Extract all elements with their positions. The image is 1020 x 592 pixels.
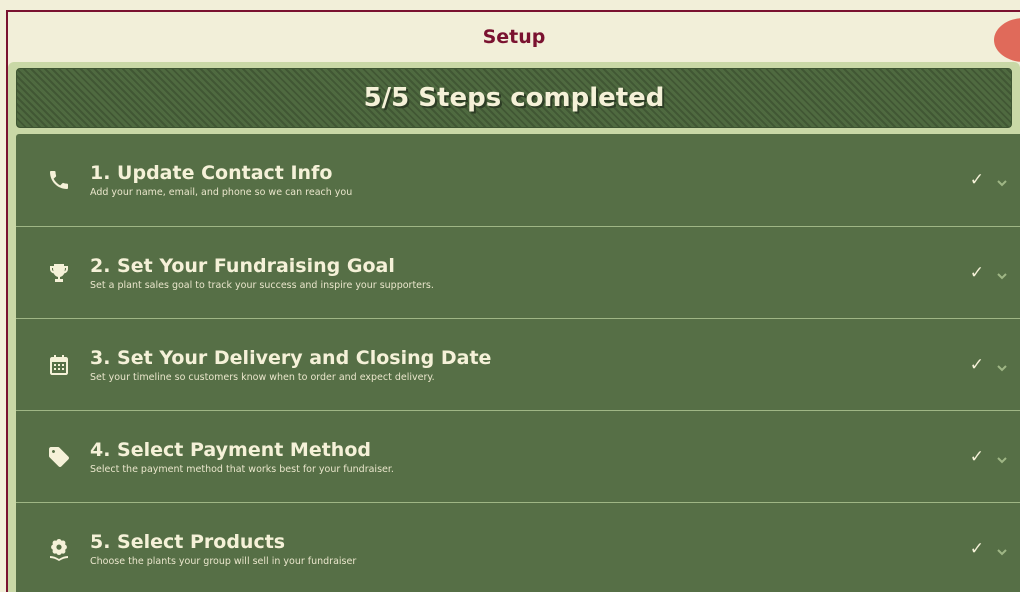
check-icon: ✓ [969,170,984,190]
step-title: 4. Select Payment Method [90,438,371,461]
step-description: Select the payment method that works bes… [90,463,394,475]
header: Setup 1 [8,12,1020,62]
tag-icon [46,444,72,470]
setup-panel: Setup 1 5/5 Steps completed 1. Update Co… [6,10,1020,592]
steps-list: 1. Update Contact Info Add your name, em… [8,134,1020,592]
check-icon: ✓ [969,446,984,467]
progress-section: 5/5 Steps completed [8,62,1020,134]
step-title: 2. Set Your Fundraising Goal [90,254,395,277]
trophy-icon [46,260,72,286]
flower-icon [46,536,72,562]
step-title: 1. Update Contact Info [90,162,333,184]
page-title: Setup [482,26,546,48]
calendar-icon [46,352,72,378]
step-payment-method[interactable]: 4. Select Payment Method Select the paym… [16,410,1020,502]
step-description: Set your timeline so customers know when… [90,371,435,383]
check-icon: ✓ [969,354,984,375]
check-icon: ✓ [969,262,984,283]
step-delivery-closing-date[interactable]: 3. Set Your Delivery and Closing Date Se… [16,318,1020,410]
step-description: Add your name, email, and phone so we ca… [90,187,353,198]
chevron-down-icon[interactable] [996,174,1008,187]
chevron-down-icon[interactable] [996,543,1008,555]
chevron-down-icon[interactable] [996,359,1008,371]
chevron-down-icon[interactable] [996,267,1008,279]
progress-text: 5/5 Steps completed [363,83,665,113]
step-title: 3. Set Your Delivery and Closing Date [90,346,492,369]
phone-icon [46,167,72,193]
step-title: 5. Select Products [90,530,286,553]
corner-badge[interactable]: 1 [994,18,1020,62]
progress-banner: 5/5 Steps completed [16,68,1012,128]
step-fundraising-goal[interactable]: 2. Set Your Fundraising Goal Set a plant… [16,226,1020,318]
step-description: Set a plant sales goal to track your suc… [90,279,434,291]
chevron-down-icon[interactable] [996,451,1008,463]
step-description: Choose the plants your group will sell i… [90,555,357,567]
step-select-products[interactable]: 5. Select Products Choose the plants you… [16,502,1020,592]
step-contact-info[interactable]: 1. Update Contact Info Add your name, em… [16,134,1020,226]
check-icon: ✓ [969,538,984,559]
